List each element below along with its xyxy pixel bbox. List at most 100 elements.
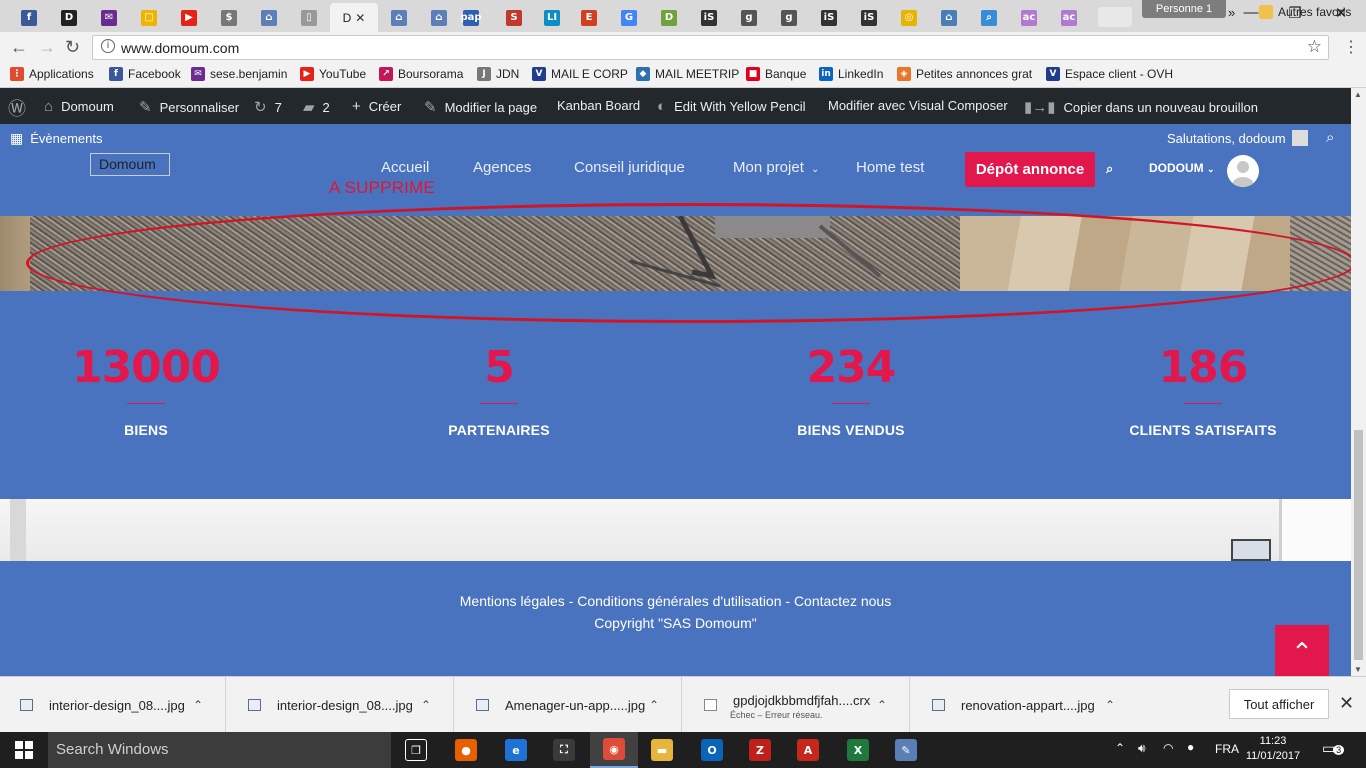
bookmark-item[interactable]: f Facebook — [109, 67, 181, 81]
site-logo[interactable]: Domoum — [90, 153, 170, 176]
notification-center[interactable]: ▭ 3 — [1322, 740, 1345, 757]
footer-links[interactable]: Mentions légales - Conditions générales … — [0, 593, 1351, 609]
back-icon[interactable]: ← — [10, 37, 28, 58]
wifi-icon[interactable]: ◠ — [1163, 741, 1173, 755]
nav-home-test[interactable]: Home test — [856, 159, 924, 176]
taskbar-app[interactable]: X — [834, 732, 882, 768]
windows-search-input[interactable]: Search Windows — [48, 732, 391, 768]
bookmark-item[interactable]: V Espace client - OVH — [1046, 67, 1173, 81]
browser-tab[interactable]: ac — [1050, 3, 1088, 32]
download-item[interactable]: renovation-appart....jpg ⌃ — [912, 677, 1138, 733]
browser-tab[interactable]: ⌂ — [250, 3, 288, 32]
nav-agences[interactable]: Agences — [473, 159, 531, 176]
browser-tab[interactable]: ⌕ — [970, 3, 1008, 32]
search-icon[interactable]: ⌕ — [1106, 161, 1113, 177]
browser-tab[interactable]: pap — [452, 3, 490, 32]
browser-tab[interactable]: LI — [533, 3, 571, 32]
browser-tab[interactable]: ▯ — [290, 3, 328, 32]
weather-icon[interactable]: ● — [1187, 740, 1194, 754]
bookmark-item[interactable]: in LinkedIn — [819, 67, 883, 81]
taskbar-app[interactable]: e — [492, 732, 540, 768]
admin-yellow-pencil[interactable]: ◐ Edit With Yellow Pencil — [657, 98, 806, 115]
browser-tab-active[interactable]: D ✕ — [330, 3, 378, 32]
admin-kanban[interactable]: Kanban Board — [557, 98, 640, 113]
download-item-failed[interactable]: gpdjojdkbbmdfjfah....crx ⌃ Échec – Erreu… — [684, 677, 910, 733]
bookmark-item[interactable]: ⋮ Applications — [10, 67, 94, 81]
url-text[interactable]: www.domoum.com — [121, 40, 239, 56]
other-bookmarks-folder[interactable]: Autres favoris — [1259, 5, 1351, 19]
tray-expand-icon[interactable]: ⌃ — [1115, 741, 1125, 755]
taskbar-app[interactable]: ✎ — [882, 732, 930, 768]
forward-icon[interactable]: → — [38, 37, 56, 58]
nav-accueil[interactable]: Accueil — [381, 159, 429, 176]
taskbar-app[interactable]: Z — [736, 732, 784, 768]
taskbar-clock[interactable]: 11:23 11/01/2017 — [1238, 734, 1308, 764]
nav-conseil-juridique[interactable]: Conseil juridique — [574, 159, 685, 176]
browser-tab[interactable]: E — [570, 3, 608, 32]
volume-icon[interactable]: 🔊︎ — [1138, 741, 1146, 756]
chevron-up-icon[interactable]: ⌃ — [1105, 698, 1115, 712]
nav-mon-projet[interactable]: Mon projet ⌄ — [733, 159, 819, 176]
greeting-link[interactable]: Salutations, dodoum — [1167, 130, 1308, 146]
admin-updates[interactable]: ↻ 7 — [254, 98, 282, 116]
bookmark-item[interactable]: ✉ sese.benjamin — [191, 67, 287, 81]
info-icon[interactable]: i — [101, 39, 115, 53]
taskbar-app[interactable]: O — [688, 732, 736, 768]
taskbar-app[interactable]: ◉ — [590, 732, 638, 768]
browser-tab[interactable]: ⌂ — [380, 3, 418, 32]
taskbar-app[interactable]: A — [784, 732, 832, 768]
avatar[interactable] — [1227, 155, 1259, 187]
reload-icon[interactable]: ↻ — [65, 37, 80, 58]
profile-button[interactable]: Personne 1 — [1142, 0, 1226, 18]
bookmark-item[interactable]: V MAIL E CORP — [532, 67, 628, 81]
browser-tab[interactable]: g — [730, 3, 768, 32]
browser-tab[interactable]: iS — [690, 3, 728, 32]
bookmark-item[interactable]: ■ Banque — [746, 67, 806, 81]
admin-comments[interactable]: ▰ 2 — [303, 98, 330, 116]
chevron-up-icon[interactable]: ⌃ — [421, 698, 431, 712]
browser-tab[interactable]: ▶ — [170, 3, 208, 32]
chevron-up-icon[interactable]: ⌃ — [649, 698, 659, 712]
close-tab-icon[interactable]: ✕ — [355, 11, 365, 25]
browser-tab[interactable]: ⌂ — [930, 3, 968, 32]
scrollbar-thumb[interactable] — [1354, 430, 1363, 660]
chevron-up-icon[interactable]: ⌃ — [193, 698, 203, 712]
browser-tab[interactable]: D — [50, 3, 88, 32]
taskbar-app[interactable]: ⛶ — [540, 732, 588, 768]
browser-tab[interactable]: g — [770, 3, 808, 32]
admin-edit-page[interactable]: ✎ Modifier la page — [424, 98, 537, 116]
download-item[interactable]: interior-design_08....jpg ⌃ — [228, 677, 454, 733]
bookmark-item[interactable]: J JDN — [477, 67, 519, 81]
browser-tab[interactable]: $ — [210, 3, 248, 32]
show-all-downloads-button[interactable]: Tout afficher — [1229, 689, 1329, 719]
start-button[interactable] — [0, 732, 48, 768]
admin-search-icon[interactable]: ⌕ — [1326, 129, 1334, 146]
admin-copy-draft[interactable]: ▮→▮ Copier dans un nouveau brouillon — [1024, 98, 1258, 116]
bookmark-item[interactable]: ◈ Petites annonces grat — [897, 67, 1032, 81]
admin-new[interactable]: + Créer — [352, 98, 401, 115]
address-bar[interactable]: i www.domoum.com ☆ — [92, 35, 1329, 60]
taskbar-app[interactable]: ● — [442, 732, 490, 768]
wordpress-icon[interactable]: Ⓦ — [8, 95, 26, 121]
admin-site-name[interactable]: ⌂ Domoum — [44, 98, 114, 115]
admin-customize[interactable]: ✎ Personnaliser — [139, 98, 239, 116]
browser-tab[interactable]: ✉ — [90, 3, 128, 32]
bookmark-item[interactable]: ▶ YouTube — [300, 67, 366, 81]
download-item[interactable]: interior-design_08....jpg ⌃ — [0, 677, 226, 733]
events-link[interactable]: ▦ Évènements — [10, 130, 103, 147]
close-icon[interactable]: ✕ — [1339, 693, 1354, 714]
depot-annonce-button[interactable]: Dépôt annonce — [965, 152, 1095, 187]
browser-tab[interactable]: □ — [130, 3, 168, 32]
browser-tab[interactable]: iS — [850, 3, 888, 32]
browser-tab[interactable]: G — [610, 3, 648, 32]
scroll-up-icon[interactable]: ▲ — [1354, 90, 1362, 99]
browser-tab[interactable]: iS — [810, 3, 848, 32]
browser-tab[interactable]: S — [495, 3, 533, 32]
bookmark-star-icon[interactable]: ☆ — [1307, 37, 1322, 57]
menu-dots-icon[interactable]: ⋮ — [1343, 37, 1359, 57]
new-tab-button[interactable] — [1098, 7, 1132, 27]
browser-tab[interactable]: ◎ — [890, 3, 928, 32]
bookmark-item[interactable]: ↗ Boursorama — [379, 67, 463, 81]
bookmark-item[interactable]: ◆ MAIL MEETRIP — [636, 67, 739, 81]
chevron-up-icon[interactable]: ⌃ — [877, 698, 887, 712]
